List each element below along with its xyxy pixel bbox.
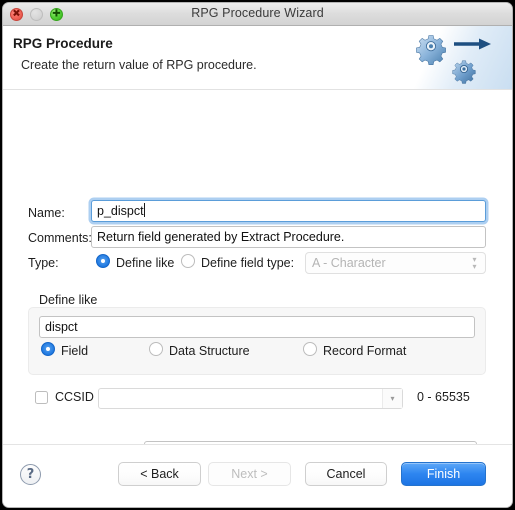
question-mark-icon: ? bbox=[26, 467, 35, 482]
arrow-right-icon bbox=[454, 38, 491, 50]
back-button[interactable]: < Back bbox=[118, 462, 201, 486]
next-button: Next > bbox=[208, 462, 291, 486]
page-title: RPG Procedure bbox=[13, 36, 113, 51]
ccsid-label: CCSID bbox=[55, 390, 94, 404]
wizard-body: Name: p_dispct Comments: Return field ge… bbox=[3, 90, 512, 507]
radio-record-format[interactable] bbox=[303, 342, 317, 356]
define-like-group-title: Define like bbox=[39, 293, 98, 307]
comments-label: Comments: bbox=[28, 231, 92, 245]
radio-data-structure[interactable] bbox=[149, 342, 163, 356]
cancel-button-label: Cancel bbox=[326, 467, 366, 481]
stepper-updown-icon: ▾ ▾ bbox=[472, 255, 477, 271]
gears-arrow-icon bbox=[416, 35, 491, 84]
wizard-header: RPG Procedure Create the return value of… bbox=[3, 26, 512, 90]
name-input-value: p_dispct bbox=[97, 204, 144, 218]
ccsid-range-hint: 0 - 65535 bbox=[417, 390, 470, 404]
titlebar: ✖ ✚ RPG Procedure Wizard bbox=[3, 3, 512, 26]
comments-input[interactable]: Return field generated by Extract Proced… bbox=[91, 226, 486, 248]
ccsid-checkbox[interactable] bbox=[35, 391, 48, 404]
radio-define-field-type[interactable] bbox=[181, 254, 195, 268]
radio-define-like[interactable] bbox=[96, 254, 110, 268]
dialog-window: ✖ ✚ RPG Procedure Wizard RPG Procedure C… bbox=[2, 2, 513, 508]
button-bar: ? < Back Next > Cancel Finish bbox=[3, 444, 512, 507]
back-button-label: < Back bbox=[140, 467, 179, 481]
comments-input-value: Return field generated by Extract Proced… bbox=[97, 230, 345, 244]
header-artwork bbox=[400, 26, 512, 89]
type-label: Type: bbox=[28, 256, 59, 270]
help-button[interactable]: ? bbox=[20, 464, 41, 485]
radio-define-field-type-label: Define field type: bbox=[201, 256, 295, 270]
define-like-input[interactable]: dispct bbox=[39, 316, 475, 338]
ccsid-combo[interactable]: ▾ bbox=[98, 388, 403, 409]
name-input[interactable]: p_dispct bbox=[91, 200, 486, 222]
chevron-down-icon[interactable]: ▾ bbox=[382, 389, 402, 408]
text-caret bbox=[143, 203, 145, 217]
radio-record-format-label: Record Format bbox=[323, 344, 407, 358]
radio-data-structure-label: Data Structure bbox=[169, 344, 250, 358]
radio-field-label: Field bbox=[61, 344, 89, 358]
name-label: Name: bbox=[28, 206, 65, 220]
radio-define-like-label: Define like bbox=[116, 256, 175, 270]
page-description: Create the return value of RPG procedure… bbox=[21, 58, 257, 72]
radio-field[interactable] bbox=[41, 342, 55, 356]
define-like-input-value: dispct bbox=[45, 320, 78, 334]
window-title: RPG Procedure Wizard bbox=[191, 6, 324, 20]
next-button-label: Next > bbox=[231, 467, 268, 481]
field-type-select-value: A - Character bbox=[312, 256, 386, 270]
finish-button[interactable]: Finish bbox=[401, 462, 486, 486]
field-type-select[interactable]: A - Character ▾ ▾ bbox=[305, 252, 486, 274]
cancel-button[interactable]: Cancel bbox=[305, 462, 387, 486]
finish-button-label: Finish bbox=[426, 467, 461, 481]
